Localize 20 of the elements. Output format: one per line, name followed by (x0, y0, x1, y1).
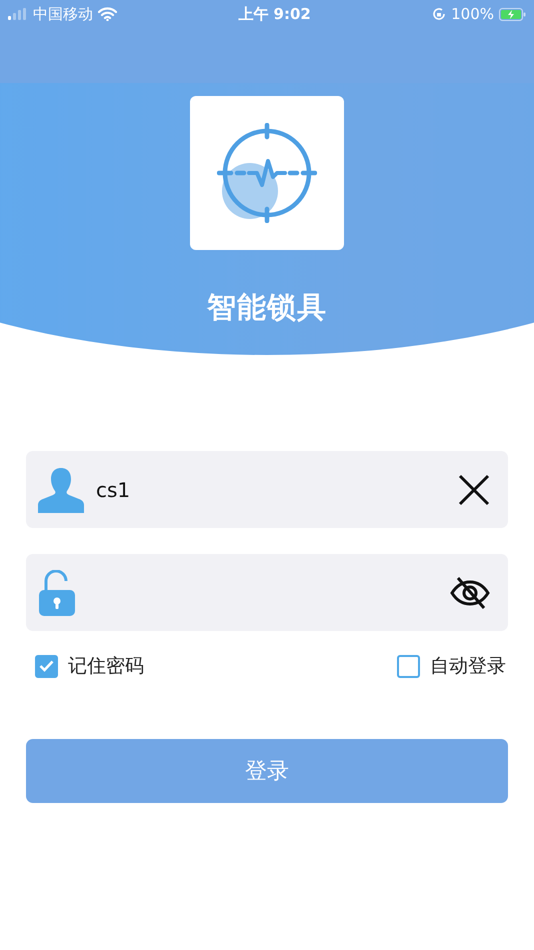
carrier-name: 中国移动 (33, 4, 93, 24)
user-icon (38, 466, 84, 512)
checkbox[interactable] (35, 654, 58, 678)
checkbox[interactable] (397, 654, 420, 678)
wifi-icon (98, 7, 117, 21)
username-input[interactable]: cs1 (96, 478, 446, 502)
clock-time: 上午 9:02 (238, 4, 311, 24)
checkbox-label: 自动登录 (430, 654, 506, 679)
app-title: 智能锁具 (207, 289, 327, 326)
signal-icon (8, 8, 28, 20)
battery-percent: 100% (451, 5, 494, 23)
battery-icon (499, 8, 526, 20)
clear-icon[interactable] (458, 474, 490, 506)
eye-slash-icon[interactable] (450, 576, 490, 610)
crosshair-pulse-icon (217, 123, 317, 223)
rotation-lock-icon (432, 7, 446, 21)
check-icon (39, 660, 54, 672)
checkbox-label: 记住密码 (68, 654, 144, 679)
password-field[interactable] (26, 554, 508, 631)
unlocked-padlock-icon (38, 570, 76, 616)
